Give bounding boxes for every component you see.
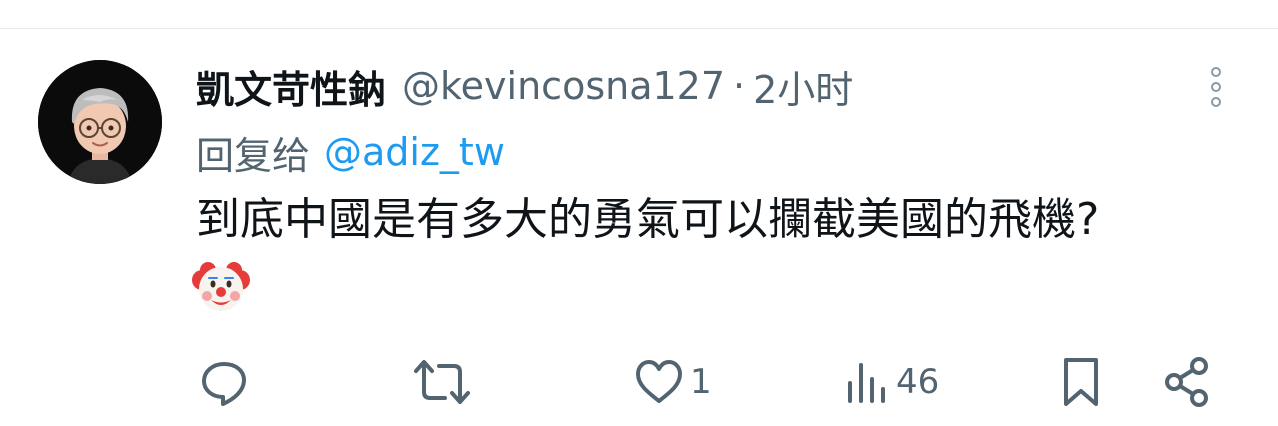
top-divider [0,28,1278,29]
reply-label: 回复给 [196,133,311,178]
timestamp[interactable]: 2小时 [753,59,853,114]
reply-context: 回复给 @adiz_tw [196,126,505,178]
clown-face-icon [192,258,250,316]
display-name[interactable]: 凱文苛性鈉 [196,59,386,114]
like-button[interactable]: 1 [634,352,712,412]
reply-target-link[interactable]: @adiz_tw [324,130,505,174]
share-icon [1165,357,1208,407]
bookmark-icon [1064,358,1098,406]
views-button[interactable]: 46 [844,352,939,412]
like-count: 1 [690,362,712,402]
reply-icon [202,362,246,406]
retweet-icon [414,360,470,404]
more-vertical-icon [1211,67,1221,107]
tweet-text: 到底中國是有多大的勇氣可以攔截美國的飛機? [196,194,1100,245]
tweet-header: 凱文苛性鈉 @kevincosna127 · 2小时 [196,58,853,114]
reply-button[interactable] [196,352,252,412]
views-icon [848,363,885,403]
bookmark-button[interactable] [1058,352,1104,412]
views-count: 46 [896,362,940,402]
avatar[interactable] [38,60,162,184]
separator-dot: · [733,64,746,108]
user-handle[interactable]: @kevincosna127 [402,64,725,108]
more-options-button[interactable] [1206,64,1226,110]
heart-icon [636,360,682,403]
share-button[interactable] [1162,352,1212,412]
retweet-button[interactable] [412,352,472,412]
avatar-illustration-icon [38,60,162,184]
